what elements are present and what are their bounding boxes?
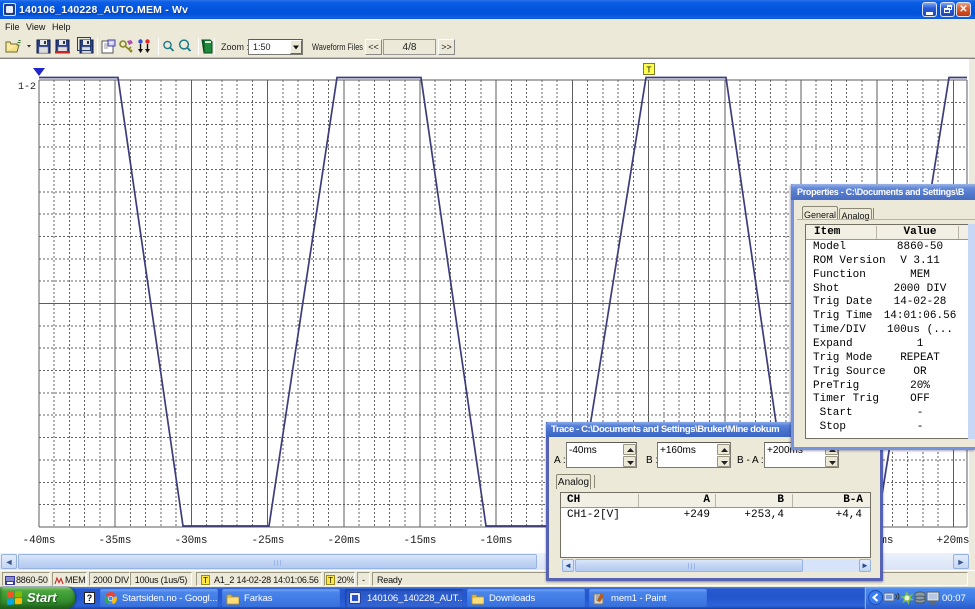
svg-text:-40ms: -40ms xyxy=(22,535,55,547)
svg-text:T: T xyxy=(646,66,652,76)
svg-text:-25ms: -25ms xyxy=(251,535,284,547)
svg-text:-30ms: -30ms xyxy=(174,535,207,547)
svg-text:-35ms: -35ms xyxy=(98,535,131,547)
svg-text:+20ms: +20ms xyxy=(936,535,969,547)
svg-text:-20ms: -20ms xyxy=(327,535,360,547)
svg-text:-15ms: -15ms xyxy=(403,535,436,547)
svg-text:-10ms: -10ms xyxy=(479,535,512,547)
svg-text:1-2: 1-2 xyxy=(18,82,36,93)
